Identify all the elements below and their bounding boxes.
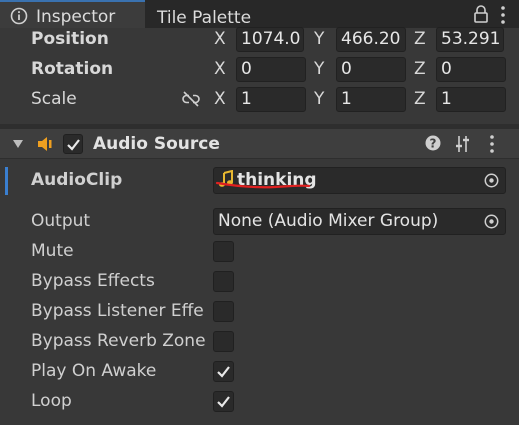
annotation-underline [215, 181, 311, 189]
scale-y-field[interactable]: 1 [336, 87, 406, 112]
bypass-effects-label: Bypass Effects [31, 271, 155, 291]
scale-x-axis-label[interactable]: X [214, 84, 226, 114]
help-icon[interactable]: ? [425, 135, 441, 151]
position-y-field[interactable]: 466.20 [336, 27, 406, 52]
output-field[interactable]: None (Audio Mixer Group) [213, 208, 506, 235]
bypass-reverb-zones-checkbox[interactable] [213, 331, 234, 352]
object-picker-icon[interactable] [484, 214, 499, 229]
bypass-listener-effects-row: Bypass Listener Effe [0, 296, 519, 326]
rotation-y-field[interactable]: 0 [336, 57, 406, 82]
kebab-menu-icon[interactable] [497, 4, 509, 26]
presets-icon[interactable] [455, 135, 471, 153]
play-on-awake-row: Play On Awake [0, 356, 519, 386]
check-mark-icon [67, 139, 80, 151]
audio-clip-label: AudioClip [31, 170, 123, 190]
scale-x-field[interactable]: 1 [236, 87, 306, 112]
transform-position-row: Position X 1074.0 Y 466.20 Z 53.291 [0, 24, 519, 54]
position-y-axis-label[interactable]: Y [314, 24, 324, 54]
transform-scale-row: Scale X 1 Y 1 Z 1 [0, 84, 519, 114]
rotation-z-field[interactable]: 0 [436, 57, 506, 82]
svg-text:?: ? [430, 137, 437, 151]
position-label: Position [31, 29, 109, 49]
bypass-effects-checkbox[interactable] [213, 271, 234, 292]
audio-source-header[interactable]: Audio Source ? [0, 129, 519, 159]
play-on-awake-checkbox[interactable] [213, 361, 234, 382]
check-mark-icon [217, 366, 230, 378]
component-enabled-checkbox[interactable] [63, 134, 83, 154]
position-x-axis-label[interactable]: X [214, 24, 226, 54]
scale-y-axis-label[interactable]: Y [314, 84, 324, 114]
scale-z-axis-label[interactable]: Z [414, 84, 426, 114]
loop-checkbox[interactable] [213, 391, 234, 412]
play-on-awake-label: Play On Awake [31, 361, 157, 381]
mute-checkbox[interactable] [213, 241, 234, 262]
check-mark-icon [217, 396, 230, 408]
bypass-reverb-zones-label: Bypass Reverb Zone [31, 331, 206, 351]
output-label: Output [31, 211, 91, 231]
mute-label: Mute [31, 241, 74, 261]
constrain-proportions-icon[interactable] [180, 90, 202, 108]
info-icon [10, 7, 28, 25]
speaker-icon [38, 137, 52, 151]
loop-row: Loop [0, 386, 519, 416]
position-x-field[interactable]: 1074.0 [236, 27, 304, 52]
context-menu-icon[interactable] [487, 134, 497, 154]
object-picker-icon[interactable] [484, 173, 499, 188]
scale-z-field[interactable]: 1 [436, 87, 506, 112]
output-value: None (Audio Mixer Group) [218, 211, 439, 231]
scale-label: Scale [31, 89, 77, 109]
rotation-x-field[interactable]: 0 [236, 57, 306, 82]
bypass-effects-row: Bypass Effects [0, 266, 519, 296]
rotation-z-axis-label[interactable]: Z [414, 54, 426, 84]
rotation-x-axis-label[interactable]: X [214, 54, 226, 84]
mute-row: Mute [0, 236, 519, 266]
transform-rotation-row: Rotation X 0 Y 0 Z 0 [0, 54, 519, 84]
loop-label: Loop [31, 391, 72, 411]
rotation-label: Rotation [31, 59, 114, 79]
component-title: Audio Source [93, 134, 220, 154]
bypass-listener-effects-label: Bypass Listener Effe [31, 301, 204, 321]
position-z-field[interactable]: 53.291 [436, 27, 504, 52]
output-row: Output None (Audio Mixer Group) [0, 206, 519, 236]
position-z-axis-label[interactable]: Z [414, 24, 426, 54]
selection-indicator [5, 167, 8, 195]
foldout-arrow-icon[interactable] [12, 139, 24, 149]
lock-icon[interactable] [473, 4, 489, 24]
bypass-listener-effects-checkbox[interactable] [213, 301, 234, 322]
bypass-reverb-zones-row: Bypass Reverb Zone [0, 326, 519, 356]
rotation-y-axis-label[interactable]: Y [314, 54, 324, 84]
tab-actions [459, 4, 519, 26]
